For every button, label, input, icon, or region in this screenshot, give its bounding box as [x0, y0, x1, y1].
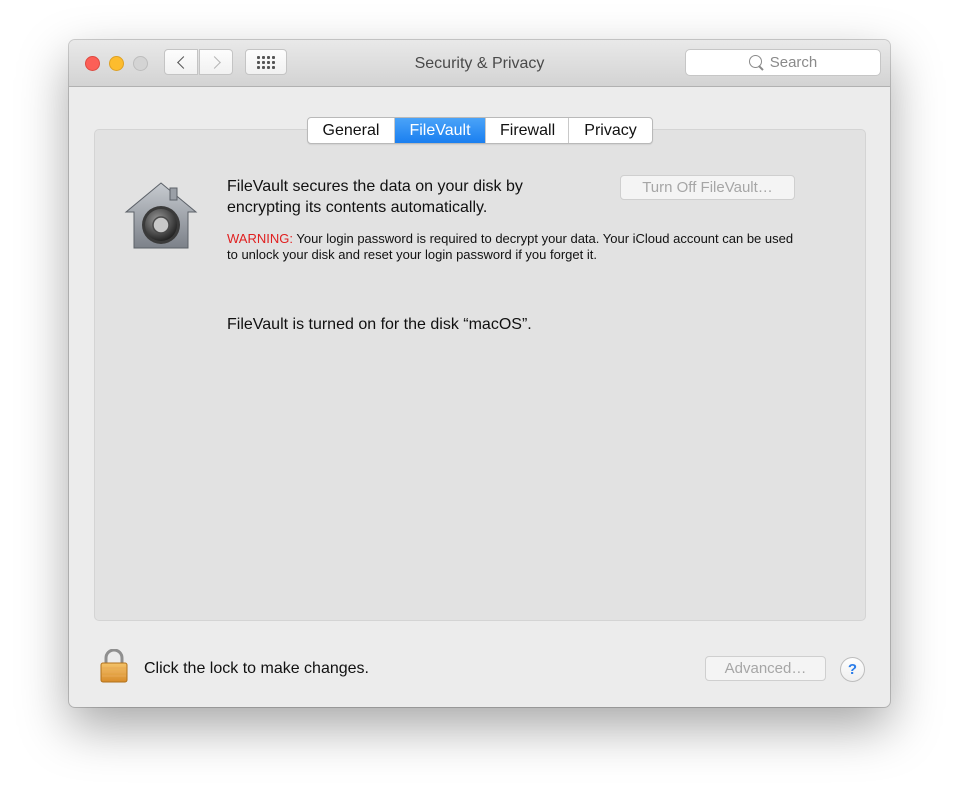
tab-filevault[interactable]: FileVault	[395, 118, 486, 143]
filevault-description: FileVault secures the data on your disk …	[227, 178, 523, 216]
title-bar: Security & Privacy Search	[69, 40, 890, 87]
tab-general[interactable]: General	[308, 118, 395, 143]
search-field[interactable]: Search	[685, 49, 881, 76]
search-icon	[748, 55, 762, 68]
tab-firewall[interactable]: Firewall	[486, 118, 569, 143]
padlock-icon[interactable]	[99, 649, 129, 683]
filevault-status: FileVault is turned on for the disk “mac…	[227, 316, 532, 333]
search-placeholder: Search	[769, 54, 818, 71]
lock-instruction: Click the lock to make changes.	[144, 660, 369, 677]
filevault-house-icon	[124, 182, 198, 249]
tab-privacy[interactable]: Privacy	[569, 118, 652, 143]
advanced-button[interactable]: Advanced…	[705, 656, 826, 681]
warning-label: WARNING:	[227, 231, 293, 246]
help-button[interactable]: ?	[840, 657, 865, 682]
tab-bar: General FileVault Firewall Privacy	[307, 117, 653, 144]
turn-off-filevault-button[interactable]: Turn Off FileVault…	[620, 175, 795, 200]
preferences-window: Security & Privacy Search General FileVa…	[69, 40, 890, 707]
warning-message: WARNING: Your login password is required…	[227, 231, 807, 263]
warning-text: Your login password is required to decry…	[227, 231, 794, 262]
